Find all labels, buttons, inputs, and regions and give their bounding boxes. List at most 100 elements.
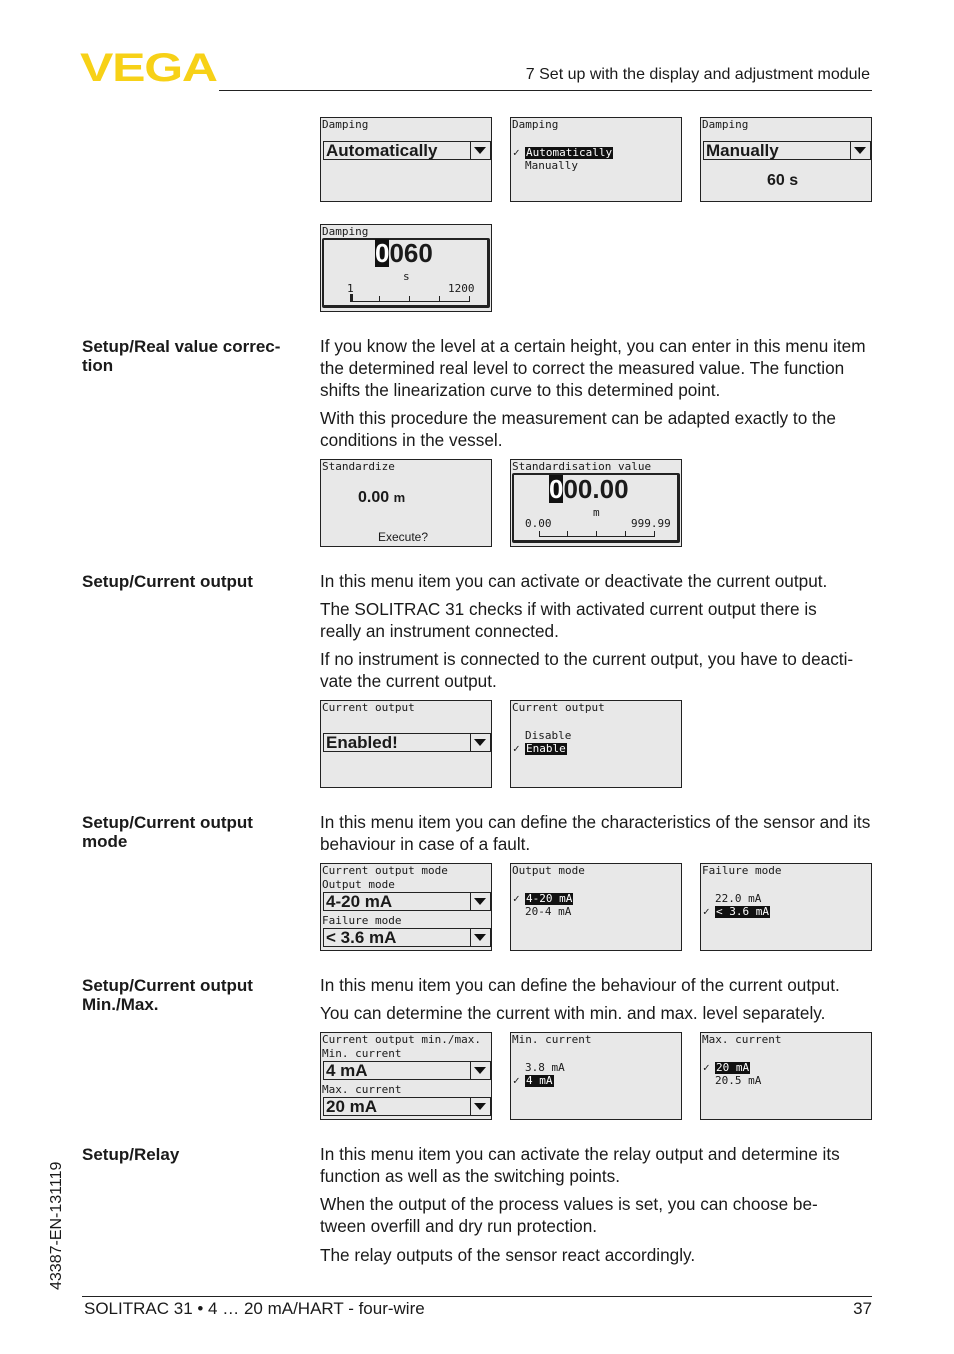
lcd-title: Max. current xyxy=(702,1033,782,1046)
lcd-standardisation-editor: Standardisation value 000.00 m 0.00 999.… xyxy=(510,459,682,547)
scale-max: 999.99 xyxy=(631,517,671,530)
checkmark-icon: ✓ xyxy=(513,1074,520,1087)
unit-label: m xyxy=(593,506,600,519)
dropdown-arrow-icon xyxy=(850,142,870,159)
dropdown-arrow-icon xyxy=(470,1098,490,1115)
lcd-label: Output mode xyxy=(322,878,395,891)
lcd-damping-editor: Damping 0060 s 1 1200 xyxy=(320,224,492,312)
paragraph: With this procedure the measurement can … xyxy=(320,408,836,450)
lcd-label: Failure mode xyxy=(322,914,402,927)
lcd-label: Min. current xyxy=(322,1047,402,1060)
paragraph: When the output of the process values is… xyxy=(320,1194,818,1236)
lcd-title: Current output min./max. xyxy=(322,1033,481,1046)
min-current-select[interactable]: 4 mA xyxy=(323,1061,491,1080)
lcd-title: Damping xyxy=(702,118,749,131)
page-number: 37 xyxy=(853,1299,872,1318)
lcd-title: Damping xyxy=(322,118,369,131)
lcd-title: Current output xyxy=(322,701,415,714)
section-label-current-output: Setup/Current output xyxy=(82,572,253,591)
lcd-title: Standardisation value xyxy=(512,460,652,473)
lcd-title: Current output xyxy=(512,701,605,714)
execute-prompt[interactable]: Execute? xyxy=(378,531,428,543)
lcd-title: Min. current xyxy=(512,1033,592,1046)
lcd-damping-list: Damping ✓ Automatically Manually xyxy=(510,117,682,202)
option-22ma[interactable]: 22.0 mA xyxy=(715,893,761,905)
scale-max: 1200 xyxy=(448,282,475,295)
damping-select[interactable]: Manually xyxy=(703,141,871,160)
document-code: 43387-EN-131119 xyxy=(48,1161,65,1290)
lcd-damping-manual: Damping Manually 60 s xyxy=(700,117,872,202)
lcd-current-output-list: Current output Disable ✓ Enable xyxy=(510,700,682,788)
value-scale xyxy=(539,530,655,537)
lcd-min-current-list: Min. current 3.8 mA ✓ 4 mA xyxy=(510,1032,682,1120)
value-scale xyxy=(350,294,470,302)
footer-doc-title: SOLITRAC 31 • 4 … 20 mA/HART - four-wire xyxy=(84,1299,425,1318)
lcd-current-output-mode: Current output mode Output mode 4-20 mA … xyxy=(320,863,492,951)
failure-mode-select[interactable]: < 3.6 mA xyxy=(323,928,491,947)
current-output-select[interactable]: Enabled! xyxy=(323,733,491,752)
section-label-relay: Setup/Relay xyxy=(82,1145,180,1164)
lcd-title: Standardize xyxy=(322,460,395,473)
dropdown-arrow-icon xyxy=(470,734,490,751)
dropdown-arrow-icon xyxy=(470,142,490,159)
chapter-title: 7 Set up with the display and adjustment… xyxy=(525,66,870,83)
option-3-8ma[interactable]: 3.8 mA xyxy=(525,1062,565,1074)
damping-value-editor[interactable]: 0060 xyxy=(375,239,433,267)
lcd-title: Output mode xyxy=(512,864,585,877)
section-label-current-output-minmax: Setup/Current output Min./Max. xyxy=(82,976,253,1014)
paragraph: If no instrument is connected to the cur… xyxy=(320,649,854,691)
footer-divider xyxy=(82,1296,872,1297)
paragraph: If you know the level at a certain heigh… xyxy=(320,336,866,400)
max-current-select[interactable]: 20 mA xyxy=(323,1097,491,1116)
option-manually[interactable]: Manually xyxy=(525,160,578,172)
paragraph: In this menu item you can activate or de… xyxy=(320,571,828,591)
lcd-failure-mode-list: Failure mode 22.0 mA ✓ < 3.6 mA xyxy=(700,863,872,951)
section-label-current-output-mode: Setup/Current output mode xyxy=(82,813,253,851)
option-4ma[interactable]: 4 mA xyxy=(525,1075,554,1087)
lcd-title: Current output mode xyxy=(322,864,448,877)
paragraph: In this menu item you can define the beh… xyxy=(320,975,840,995)
option-20-5ma[interactable]: 20.5 mA xyxy=(715,1075,761,1087)
option-lt-3-6ma[interactable]: < 3.6 mA xyxy=(715,906,770,918)
checkmark-icon: ✓ xyxy=(703,1061,710,1074)
checkmark-icon: ✓ xyxy=(513,892,520,905)
output-mode-select[interactable]: 4-20 mA xyxy=(323,892,491,911)
lcd-output-mode-list: Output mode ✓ 4-20 mA 20-4 mA xyxy=(510,863,682,951)
digit-cursor[interactable]: 0 xyxy=(375,239,390,267)
paragraph: In this menu item you can activate the r… xyxy=(320,1144,840,1186)
paragraph: In this menu item you can define the cha… xyxy=(320,812,871,854)
dropdown-arrow-icon xyxy=(470,929,490,946)
scale-min: 0.00 xyxy=(525,517,552,530)
lcd-label: Max. current xyxy=(322,1083,402,1096)
lcd-title: Damping xyxy=(512,118,559,131)
digit-cursor[interactable]: 0 xyxy=(549,475,564,503)
lcd-title: Failure mode xyxy=(702,864,782,877)
paragraph: The relay outputs of the sensor react ac… xyxy=(320,1245,696,1265)
lcd-title: Damping xyxy=(322,225,369,238)
option-20-4ma[interactable]: 20-4 mA xyxy=(525,906,571,918)
dropdown-arrow-icon xyxy=(470,893,490,910)
damping-select[interactable]: Automatically xyxy=(323,141,491,160)
lcd-current-minmax: Current output min./max. Min. current 4 … xyxy=(320,1032,492,1120)
unit-label: s xyxy=(403,270,410,283)
section-label-real-value-correction: Setup/Real value correc- tion xyxy=(82,337,281,375)
checkmark-icon: ✓ xyxy=(703,905,710,918)
paragraph: The SOLITRAC 31 checks if with activated… xyxy=(320,599,817,641)
standardize-value: 0.00 m xyxy=(358,489,406,506)
vega-logo: VEGA xyxy=(80,46,218,90)
checkmark-icon: ✓ xyxy=(513,742,520,755)
standardisation-value-editor[interactable]: 000.00 xyxy=(549,475,629,503)
dropdown-arrow-icon xyxy=(470,1062,490,1079)
lcd-max-current-list: Max. current ✓ 20 mA 20.5 mA xyxy=(700,1032,872,1120)
lcd-damping-combo: Damping Automatically xyxy=(320,117,492,202)
header-divider xyxy=(219,90,872,91)
option-enable[interactable]: Enable xyxy=(525,743,567,755)
option-20ma[interactable]: 20 mA xyxy=(715,1062,751,1074)
option-disable[interactable]: Disable xyxy=(525,730,571,742)
checkmark-icon: ✓ xyxy=(513,146,520,159)
lcd-standardize: Standardize 0.00 m Execute? xyxy=(320,459,492,547)
paragraph: You can determine the current with min. … xyxy=(320,1003,826,1023)
lcd-current-output-combo: Current output Enabled! xyxy=(320,700,492,788)
option-automatically[interactable]: Automatically xyxy=(525,147,614,159)
option-4-20ma[interactable]: 4-20 mA xyxy=(525,893,574,905)
